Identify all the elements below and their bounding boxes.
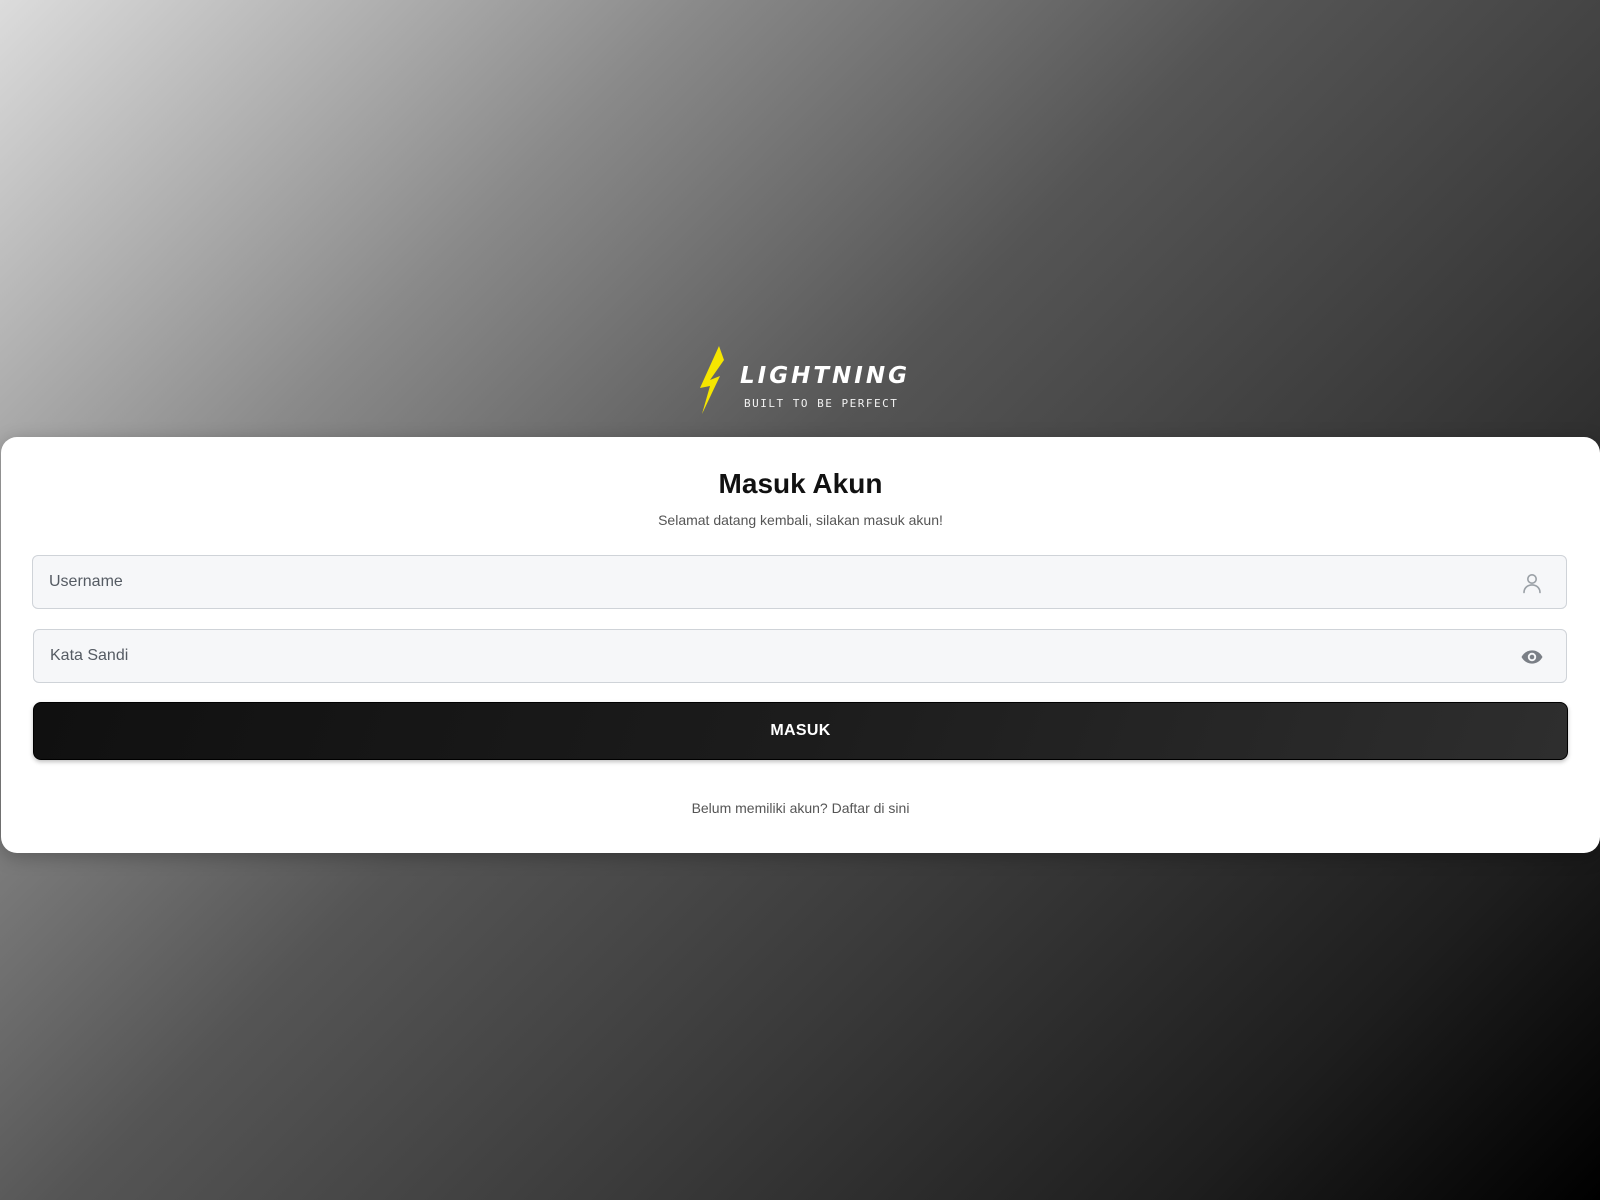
register-prompt-text: Belum memiliki akun? <box>691 800 828 816</box>
username-input[interactable] <box>33 556 1566 608</box>
brand-name: LIGHTNING <box>740 363 910 389</box>
lightning-bolt-icon <box>700 346 724 414</box>
username-field-wrapper <box>32 555 1567 609</box>
page-title: Masuk Akun <box>718 468 883 499</box>
register-prompt: Belum memiliki akun? Daftar di sini <box>1 799 1600 817</box>
login-submit-button[interactable]: MASUK <box>33 702 1568 760</box>
password-field-wrapper <box>33 629 1567 683</box>
password-input[interactable] <box>34 630 1566 682</box>
eye-icon[interactable] <box>1520 645 1544 669</box>
brand-logo: LIGHTNING BUILT TO BE PERFECT <box>698 346 907 414</box>
brand-tagline: BUILT TO BE PERFECT <box>744 397 899 410</box>
login-card: Masuk Akun Selamat datang kembali, silak… <box>1 437 1600 853</box>
user-icon <box>1520 571 1544 595</box>
register-link[interactable]: Daftar di sini <box>832 800 910 816</box>
page-subtitle: Selamat datang kembali, silakan masuk ak… <box>658 512 943 528</box>
